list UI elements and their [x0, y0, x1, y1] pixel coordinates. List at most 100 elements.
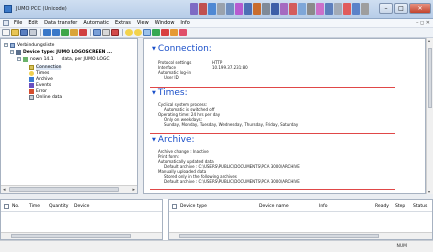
tree-device[interactable]: - Device type: JUMO LOGOSCREEN ...: [10, 49, 112, 55]
times-heading[interactable]: ▼ Times:: [152, 88, 188, 98]
table-icon[interactable]: [102, 29, 110, 36]
col-device-type[interactable]: Device type: [172, 202, 207, 210]
close-button[interactable]: ✕: [409, 3, 431, 14]
arrow-up-icon[interactable]: [43, 29, 51, 36]
mdi-controls[interactable]: – ◻ ✕: [416, 20, 430, 26]
kv-label: User ID: [164, 75, 179, 80]
expanded-triangle-icon: ▼: [152, 136, 156, 143]
menu-view[interactable]: View: [134, 20, 152, 26]
select-all-checkbox[interactable]: [4, 203, 9, 209]
collapse-icon[interactable]: -: [10, 50, 14, 54]
toolbar-separator: [122, 29, 123, 36]
header-divider: [1, 211, 162, 212]
save-icon[interactable]: [20, 29, 28, 36]
tree-item-label: Archive: [36, 76, 53, 82]
grid-icon[interactable]: [93, 29, 101, 36]
events-horizontal-scrollbar[interactable]: [1, 232, 162, 239]
toolbar-separator: [90, 29, 91, 36]
scrollbar-thumb[interactable]: [428, 48, 432, 108]
col-info[interactable]: Info: [319, 202, 328, 210]
menu-file[interactable]: File: [11, 20, 25, 26]
online-icon[interactable]: [152, 29, 160, 36]
expanded-triangle-icon: ▼: [152, 89, 156, 96]
device-tree: - Verbindungsliste - Device type: JUMO L…: [0, 38, 138, 194]
window-controls: – □ ✕: [379, 3, 431, 15]
open-icon[interactable]: [11, 29, 19, 36]
connection-heading[interactable]: ▼ Connection:: [152, 44, 212, 54]
col-device[interactable]: Device: [74, 202, 89, 210]
col-quantity[interactable]: Quantity: [49, 202, 68, 210]
warning-icon[interactable]: [170, 29, 178, 36]
num-lock-indicator: NUM: [396, 244, 407, 249]
scroll-up-icon[interactable]: ▴: [428, 38, 430, 43]
scroll-left-icon[interactable]: ◂: [3, 187, 6, 193]
title-bar: JUMO PCC (Unicode) – □ ✕: [0, 0, 433, 19]
col-time[interactable]: Time: [29, 202, 40, 210]
select-all-checkbox[interactable]: [172, 203, 177, 209]
col-status[interactable]: Status: [413, 202, 427, 210]
col-step[interactable]: Step: [395, 202, 405, 210]
document-icon: [3, 20, 9, 26]
tree-item-label: Online data: [36, 94, 63, 100]
scrollbar-thumb[interactable]: [179, 234, 379, 238]
print-icon[interactable]: [29, 29, 37, 36]
minimize-button[interactable]: –: [379, 3, 393, 14]
tree-connection-label: nown 14.1: [30, 56, 54, 62]
scrollbar-thumb[interactable]: [11, 234, 131, 238]
plug-icon: [29, 64, 34, 70]
archive-line: Default archive : C:\USERS\PUBLIC\DOCUME…: [164, 179, 300, 184]
clock-icon[interactable]: [134, 29, 142, 36]
alarm-icon[interactable]: [161, 29, 169, 36]
arrow-down-icon[interactable]: [52, 29, 60, 36]
col-no[interactable]: No.: [4, 202, 19, 210]
menu-data-transfer[interactable]: Data transfer: [41, 20, 80, 26]
tree-connection[interactable]: - nown 14.1 data, per JUMO LOGC: [17, 56, 110, 62]
menu-automatic[interactable]: Automatic: [80, 20, 112, 26]
connection-list-icon: [10, 42, 15, 48]
menu-edit[interactable]: Edit: [25, 20, 41, 26]
menu-extras[interactable]: Extras: [112, 20, 134, 26]
connect-icon[interactable]: [125, 29, 133, 36]
tree-item-label: Events: [36, 82, 52, 88]
content-vertical-scrollbar[interactable]: ▴ ▾: [426, 38, 433, 194]
tree-horizontal-scrollbar[interactable]: ◂ ▸: [1, 185, 137, 193]
maximize-button[interactable]: □: [394, 3, 408, 14]
new-icon[interactable]: [2, 29, 10, 36]
scrollbar-thumb[interactable]: [9, 187, 119, 192]
menu-window[interactable]: Window: [152, 20, 178, 26]
tree-root[interactable]: - Verbindungsliste: [4, 42, 54, 48]
toolbar-separator: [40, 29, 41, 36]
section-divider: [150, 133, 395, 134]
tree-connection-detail: data, per JUMO LOGC: [61, 56, 110, 62]
stop-icon[interactable]: [79, 29, 87, 36]
device-icon: [16, 49, 21, 55]
transfer-list: Device type Device name Info Ready Step …: [168, 199, 433, 240]
collapse-icon[interactable]: -: [4, 43, 8, 47]
tree-item-label: Connection: [36, 64, 62, 70]
menu-info[interactable]: Info: [177, 20, 192, 26]
expanded-triangle-icon: ▼: [152, 45, 156, 52]
window-title: JUMO PCC (Unicode): [16, 6, 67, 12]
info-icon[interactable]: [179, 29, 187, 36]
tree-item-label: Times: [36, 70, 50, 76]
archive-heading[interactable]: ▼ Archive:: [152, 135, 195, 145]
collapse-icon[interactable]: -: [17, 57, 21, 61]
link-icon: [23, 56, 28, 62]
arrow-left-icon[interactable]: [70, 29, 78, 36]
transfer-horizontal-scrollbar[interactable]: [169, 232, 432, 239]
arrow-right-icon[interactable]: [61, 29, 69, 36]
tree-item-online-data[interactable]: Online data: [29, 94, 62, 100]
scroll-right-icon[interactable]: ▸: [132, 187, 135, 193]
times-line: Sunday, Monday, Tuesday, Wednesday, Thur…: [164, 122, 299, 127]
menu-bar: File Edit Data transfer Automatic Extras…: [0, 19, 433, 28]
col-device-name[interactable]: Device name: [259, 202, 289, 210]
header-divider: [169, 211, 432, 212]
tree-root-label: Verbindungsliste: [17, 42, 55, 48]
col-ready[interactable]: Ready: [375, 202, 389, 210]
taskbar-thumbnails: [190, 3, 370, 15]
app-icon: [4, 5, 12, 13]
clock-icon: [29, 70, 34, 76]
archive-icon: [29, 76, 34, 82]
window-icon[interactable]: [143, 29, 151, 36]
chart-icon[interactable]: [111, 29, 119, 36]
